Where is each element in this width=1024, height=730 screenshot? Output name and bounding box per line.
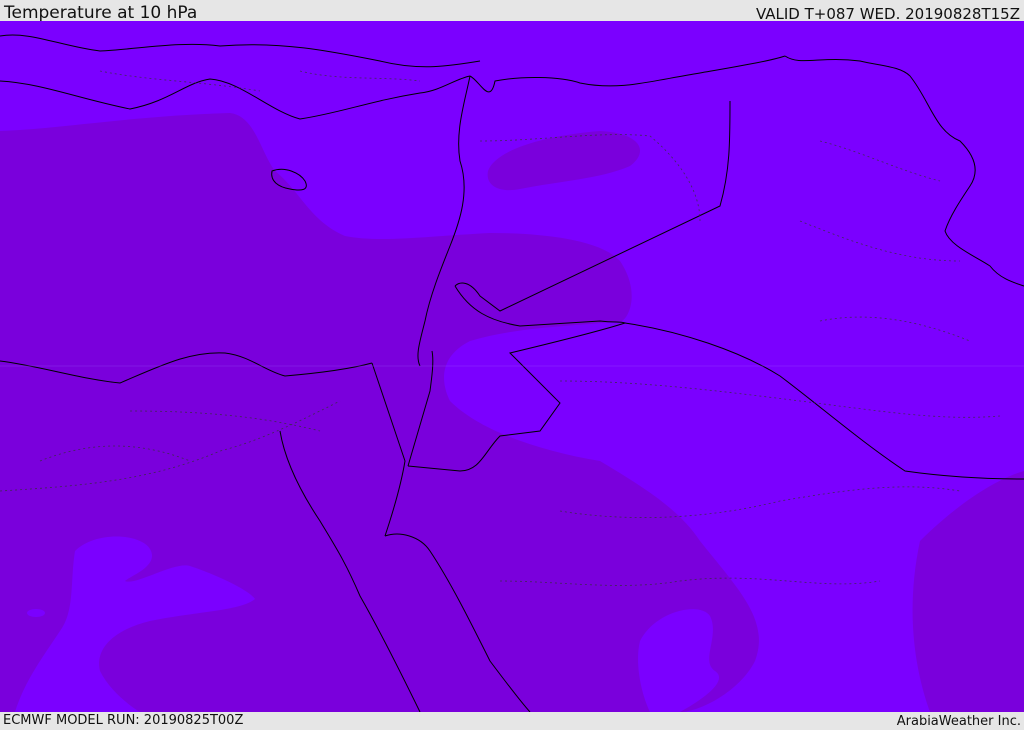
pocket-small — [27, 609, 45, 617]
map-title: Temperature at 10 hPa — [4, 3, 198, 23]
model-run: ECMWF MODEL RUN: 20190825T00Z — [3, 713, 244, 728]
map-canvas — [0, 21, 1024, 712]
weather-map[interactable] — [0, 21, 1024, 712]
provider-credit: ArabiaWeather Inc. — [896, 714, 1021, 729]
header-bar: Temperature at 10 hPa VALID T+087 WED. 2… — [0, 0, 1024, 23]
footer-bar: ECMWF MODEL RUN: 20190825T00Z ArabiaWeat… — [0, 712, 1024, 729]
